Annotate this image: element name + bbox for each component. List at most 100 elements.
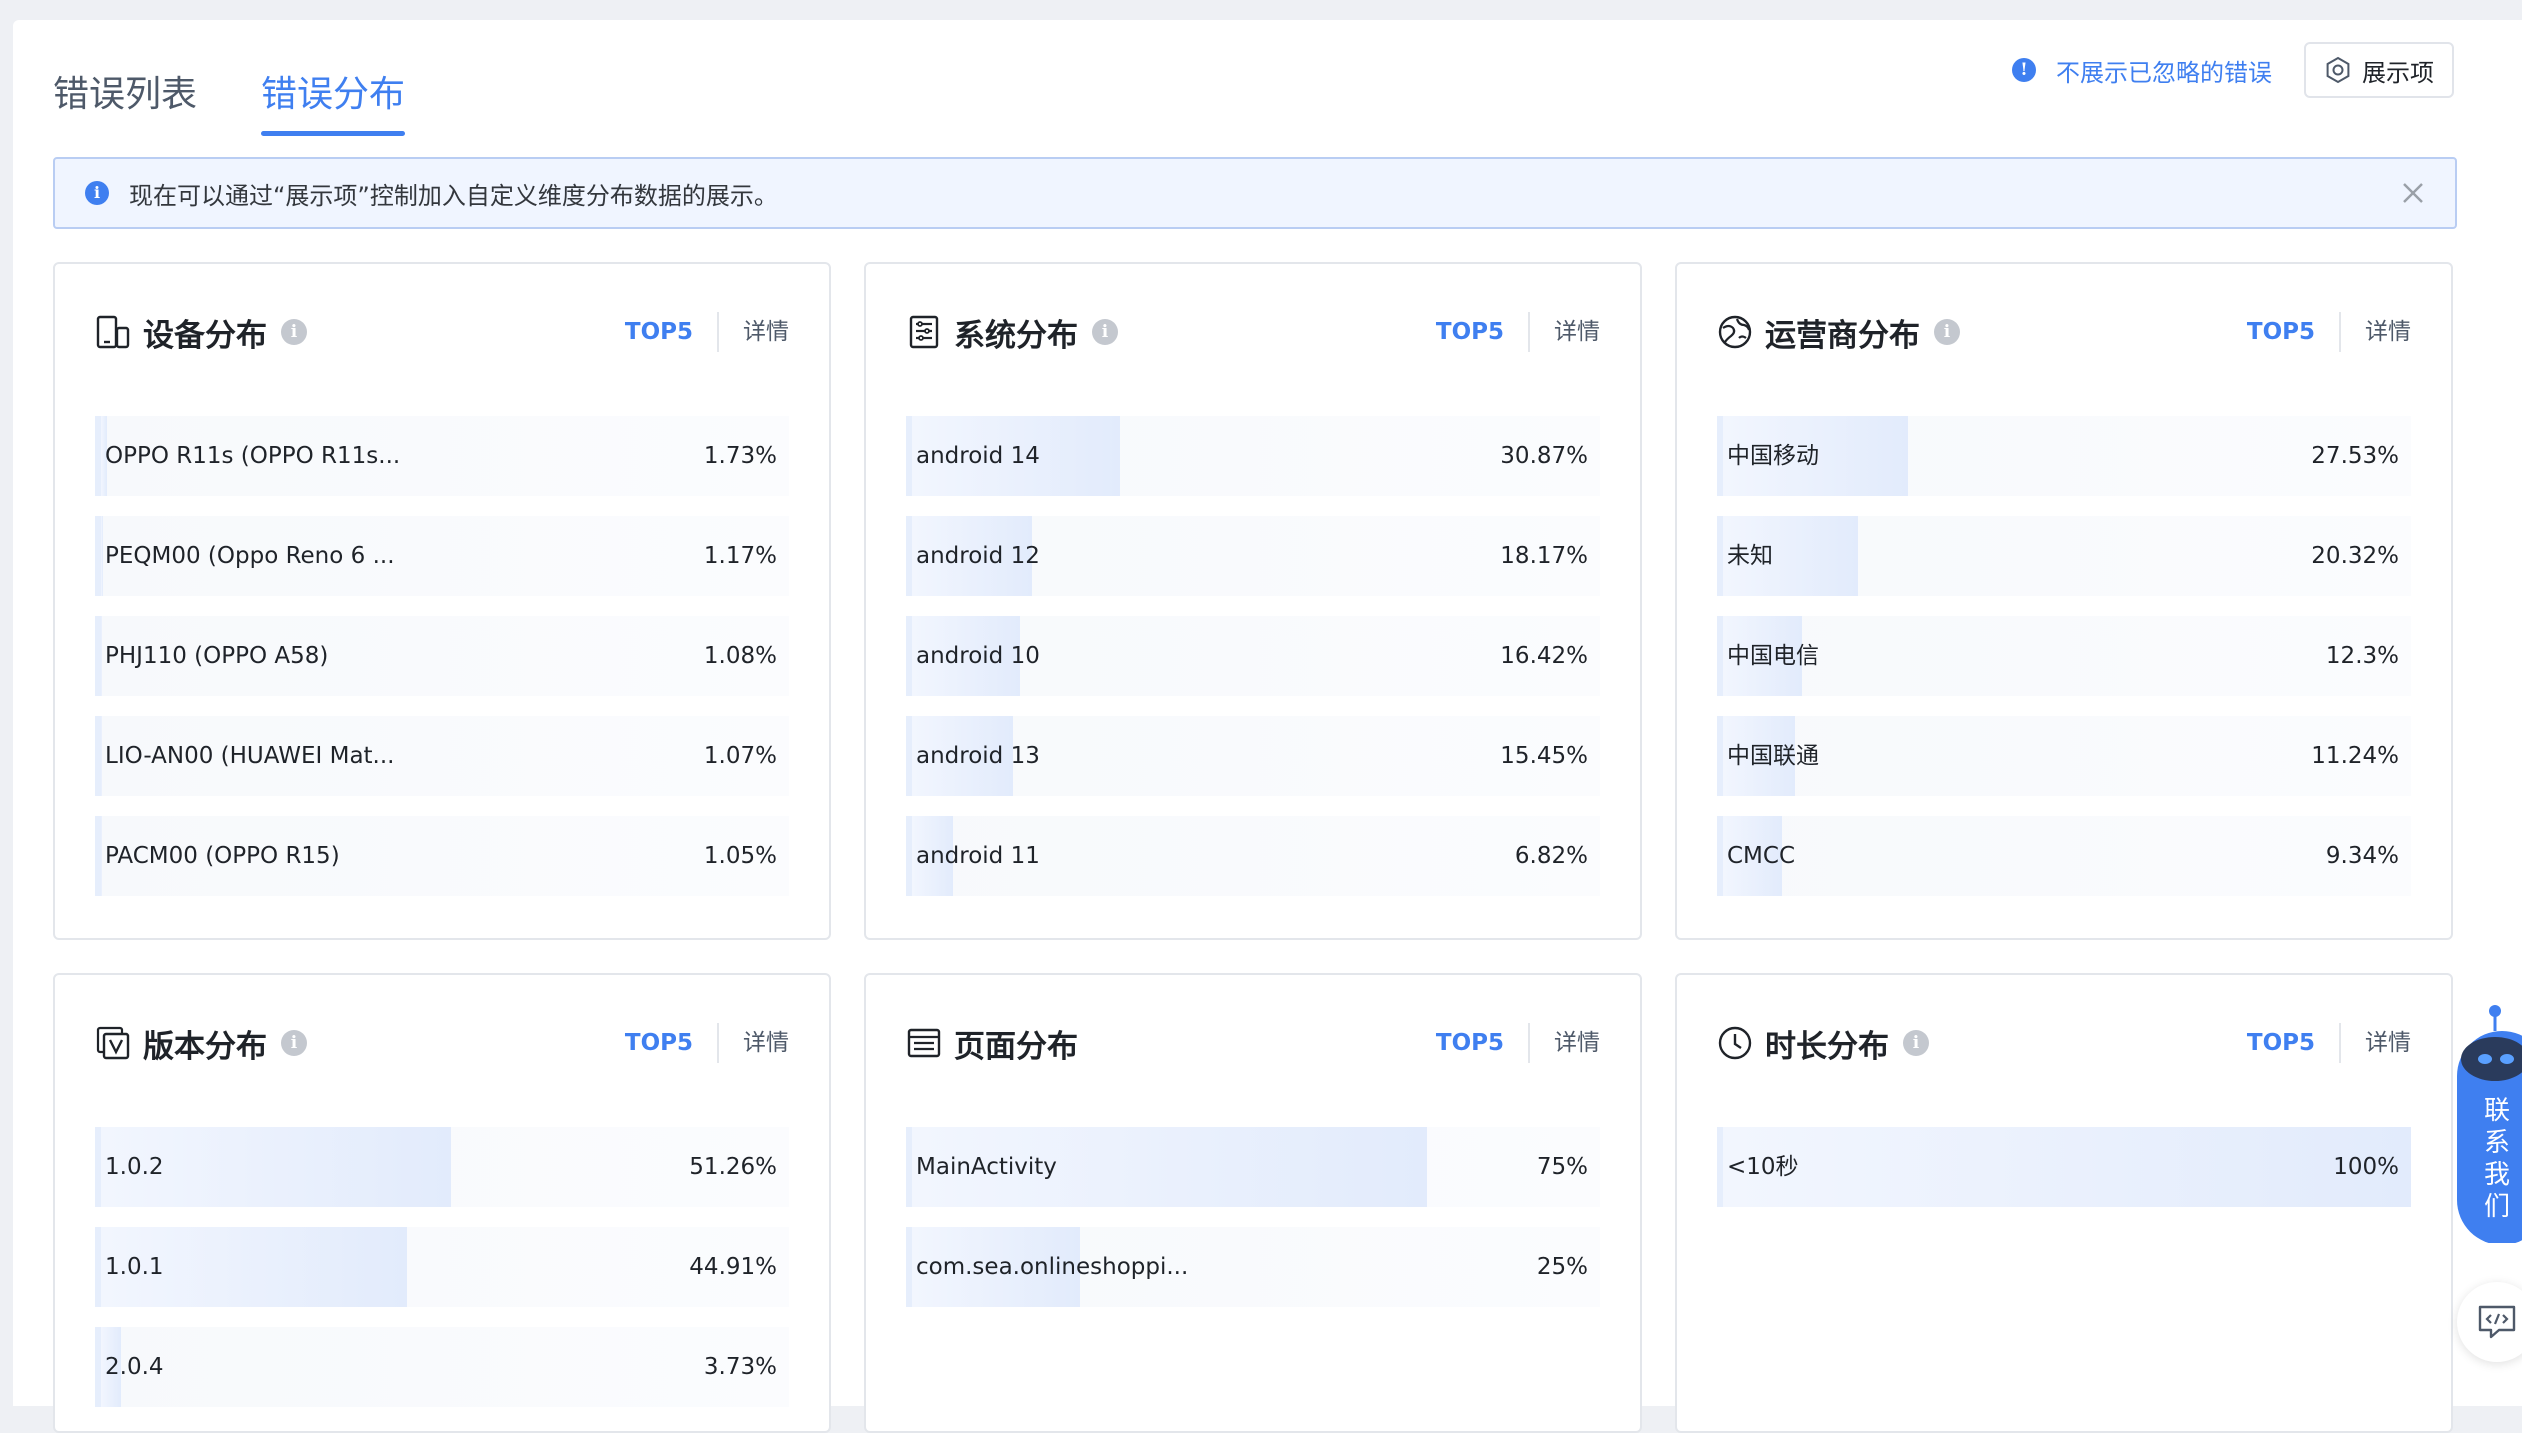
card-header: 页面分布 TOP5 详情	[906, 1021, 1600, 1065]
distribution-row[interactable]: android 10 16.42%	[906, 616, 1600, 696]
distribution-row[interactable]: PEQM00 (Oppo Reno 6 ... 1.17%	[95, 516, 789, 596]
info-icon: i	[85, 181, 109, 205]
row-label: 中国联通	[1727, 743, 1819, 769]
detail-button[interactable]: 详情	[2341, 312, 2411, 352]
top5-button[interactable]: TOP5	[2247, 1023, 2341, 1063]
distribution-row[interactable]: android 12 18.17%	[906, 516, 1600, 596]
row-value: 1.05%	[703, 843, 777, 869]
close-icon[interactable]	[2399, 179, 2427, 207]
notice-text: 现在可以通过“展示项”控制加入自定义维度分布数据的展示。	[129, 181, 778, 210]
distribution-row[interactable]: android 11 6.82%	[906, 816, 1600, 896]
row-value: 20.32%	[2311, 543, 2399, 569]
help-icon[interactable]: i	[1903, 1030, 1929, 1056]
row-label: 2.0.4	[105, 1354, 164, 1380]
help-icon[interactable]: i	[281, 1030, 307, 1056]
detail-button[interactable]: 详情	[1530, 1023, 1600, 1063]
row-value: 30.87%	[1500, 443, 1588, 469]
clock-icon	[1718, 1026, 1752, 1060]
distribution-row[interactable]: com.sea.onlineshoppi... 25%	[906, 1227, 1600, 1307]
display-items-button[interactable]: 展示项	[2304, 42, 2454, 98]
top5-button[interactable]: TOP5	[2247, 312, 2341, 352]
display-items-label: 展示项	[2362, 58, 2434, 87]
info-icon: !	[2012, 58, 2036, 82]
row-label: android 12	[916, 543, 1040, 569]
card-duration-distribution: 时长分布 i TOP5 详情 <10秒 100%	[1675, 973, 2453, 1433]
contact-char: 们	[2484, 1192, 2510, 1222]
card-carrier-distribution: 运营商分布 i TOP5 详情 中国移动 27.53% 未知 20.32% 中国电信 12…	[1675, 262, 2453, 940]
page-icon	[907, 1028, 941, 1058]
row-label: 未知	[1727, 543, 1773, 569]
distribution-row[interactable]: 2.0.4 3.73%	[95, 1327, 789, 1407]
top5-button[interactable]: TOP5	[1436, 312, 1530, 352]
distribution-list: <10秒 100%	[1717, 1127, 2411, 1227]
row-value: 75%	[1536, 1154, 1588, 1180]
row-value: 51.26%	[689, 1154, 777, 1180]
top5-button[interactable]: TOP5	[1436, 1023, 1530, 1063]
card-header: 运营商分布 i TOP5 详情	[1717, 310, 2411, 354]
distribution-row[interactable]: <10秒 100%	[1717, 1127, 2411, 1207]
row-label: <10秒	[1727, 1154, 1799, 1180]
detail-button[interactable]: 详情	[719, 312, 789, 352]
row-value: 1.08%	[703, 643, 777, 669]
distribution-row[interactable]: android 13 15.45%	[906, 716, 1600, 796]
distribution-row[interactable]: 中国联通 11.24%	[1717, 716, 2411, 796]
distribution-row[interactable]: LIO-AN00 (HUAWEI Mat... 1.07%	[95, 716, 789, 796]
tab-error-list[interactable]: 错误列表	[53, 50, 197, 140]
distribution-row[interactable]: 1.0.1 44.91%	[95, 1227, 789, 1307]
row-label: CMCC	[1727, 843, 1796, 869]
hide-ignored-errors-link[interactable]: ! 不展示已忽略的错误	[2012, 53, 2272, 88]
top5-button[interactable]: TOP5	[625, 1023, 719, 1063]
help-icon[interactable]: i	[1092, 319, 1118, 345]
globe-icon	[1718, 315, 1752, 349]
row-label: OPPO R11s (OPPO R11s...	[105, 443, 401, 469]
contact-char: 联	[2484, 1096, 2510, 1126]
row-label: android 11	[916, 843, 1040, 869]
distribution-list: 中国移动 27.53% 未知 20.32% 中国电信 12.3% 中国联通 11.24% CMC…	[1717, 416, 2411, 916]
help-icon[interactable]: i	[281, 319, 307, 345]
tab-bar: 错误列表 错误分布	[53, 50, 469, 140]
row-label: 1.0.2	[105, 1154, 164, 1180]
card-header: 版本分布 i TOP5 详情	[95, 1021, 789, 1065]
distribution-row[interactable]: 中国移动 27.53%	[1717, 416, 2411, 496]
detail-button[interactable]: 详情	[1530, 312, 1600, 352]
detail-button[interactable]: 详情	[2341, 1023, 2411, 1063]
card-version-distribution: 版本分布 i TOP5 详情 1.0.2 51.26% 1.0.1 44.91% 2.0…	[53, 973, 831, 1433]
percentage-bar	[95, 616, 103, 696]
notice-banner: i 现在可以通过“展示项”控制加入自定义维度分布数据的展示。	[53, 157, 2457, 229]
contact-us-widget[interactable]: 联 系 我 们	[2457, 1003, 2522, 1243]
top5-button[interactable]: TOP5	[625, 312, 719, 352]
card-page-distribution: 页面分布 TOP5 详情 MainActivity 75% com.sea.onli…	[864, 973, 1642, 1433]
row-value: 100%	[2333, 1154, 2399, 1180]
help-icon[interactable]: i	[1934, 319, 1960, 345]
detail-button[interactable]: 详情	[719, 1023, 789, 1063]
row-value: 12.3%	[2325, 643, 2399, 669]
code-feedback-icon	[2478, 1305, 2516, 1339]
card-header: 系统分布 i TOP5 详情	[906, 310, 1600, 354]
row-label: PACM00 (OPPO R15)	[105, 843, 340, 869]
percentage-bar	[95, 716, 103, 796]
distribution-list: MainActivity 75% com.sea.onlineshoppi... 25…	[906, 1127, 1600, 1327]
distribution-row[interactable]: 1.0.2 51.26%	[95, 1127, 789, 1207]
tab-error-distribution[interactable]: 错误分布	[261, 50, 406, 140]
system-icon	[909, 315, 939, 349]
distribution-row[interactable]: PACM00 (OPPO R15) 1.05%	[95, 816, 789, 896]
row-label: 中国电信	[1727, 643, 1819, 669]
distribution-list: 1.0.2 51.26% 1.0.1 44.91% 2.0.4 3.73%	[95, 1127, 789, 1427]
contact-char: 我	[2484, 1160, 2510, 1190]
distribution-row[interactable]: 未知 20.32%	[1717, 516, 2411, 596]
distribution-row[interactable]: OPPO R11s (OPPO R11s... 1.73%	[95, 416, 789, 496]
distribution-row[interactable]: 中国电信 12.3%	[1717, 616, 2411, 696]
card-title: 版本分布	[143, 1028, 267, 1065]
card-title: 设备分布	[143, 317, 267, 354]
distribution-list: android 14 30.87% android 12 18.17% android …	[906, 416, 1600, 916]
distribution-row[interactable]: android 14 30.87%	[906, 416, 1600, 496]
row-label: com.sea.onlineshoppi...	[916, 1254, 1189, 1280]
error-distribution-page: 错误列表 错误分布 ! 不展示已忽略的错误 展示项 i 现在可以通过“展示项”控…	[13, 20, 2522, 1433]
card-title: 系统分布	[954, 317, 1078, 354]
card-header: 设备分布 i TOP5 详情	[95, 310, 789, 354]
row-value: 1.73%	[703, 443, 777, 469]
distribution-row[interactable]: MainActivity 75%	[906, 1127, 1600, 1207]
distribution-row[interactable]: PHJ110 (OPPO A58) 1.08%	[95, 616, 789, 696]
distribution-row[interactable]: CMCC 9.34%	[1717, 816, 2411, 896]
row-value: 27.53%	[2311, 443, 2399, 469]
